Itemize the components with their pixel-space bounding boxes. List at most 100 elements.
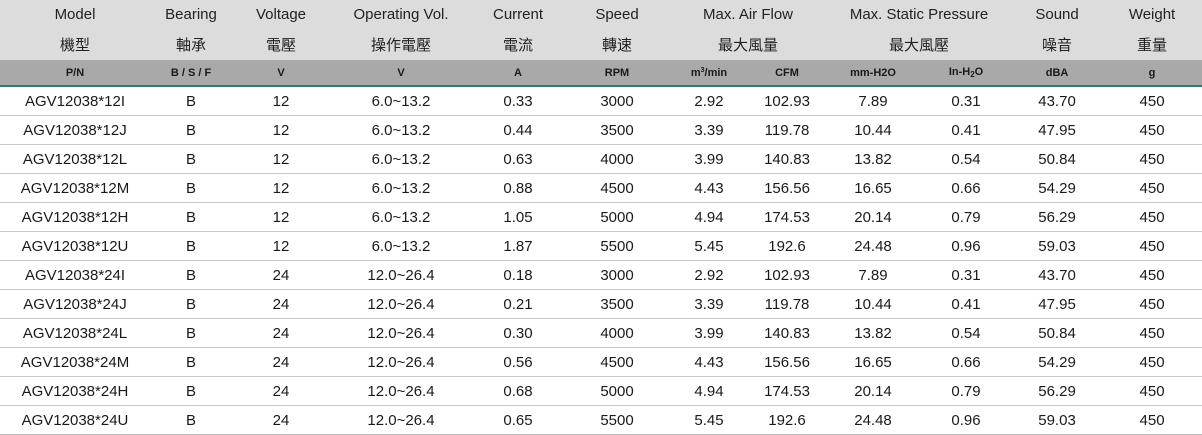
- cell-airflow-m3min: 5.45: [670, 405, 748, 435]
- unit-speed: RPM: [564, 60, 670, 87]
- unit-pressure-inh2o-rest: O: [974, 66, 984, 78]
- table-row: AGV12038*12U B 12 6.0~13.2 1.87 5500 5.45 192.6…: [0, 231, 1202, 261]
- header-row-chinese: 機型 軸承 電壓 操作電壓 電流 轉速 最大風量 最大風壓 噪音 重量: [0, 28, 1202, 60]
- header-weight: Weight: [1102, 0, 1202, 28]
- cell-operating-voltage: 6.0~13.2: [330, 86, 472, 116]
- cell-pressure-inh2o: 0.66: [920, 347, 1013, 377]
- unit-pressure-inh2o-base: In-H: [948, 66, 971, 78]
- cell-speed: 3000: [564, 86, 670, 116]
- table-row: AGV12038*24L B 24 12.0~26.4 0.30 4000 3.99 140.…: [0, 318, 1202, 348]
- table-row: AGV12038*24M B 24 12.0~26.4 0.56 4500 4.43 156.…: [0, 347, 1202, 377]
- cell-voltage: 24: [232, 289, 330, 319]
- cell-pressure-inh2o: 0.66: [920, 173, 1013, 203]
- header-current: Current: [472, 0, 564, 28]
- header-weight-zh: 重量: [1102, 28, 1202, 60]
- cell-bearing: B: [150, 144, 232, 174]
- cell-weight: 450: [1102, 86, 1202, 116]
- unit-pressure-inh2o: In-H2O: [920, 60, 1013, 87]
- cell-weight: 450: [1102, 405, 1202, 435]
- cell-bearing: B: [150, 289, 232, 319]
- cell-airflow-cfm: 192.6: [748, 405, 827, 435]
- cell-model: AGV12038*24M: [0, 347, 150, 377]
- cell-current: 0.18: [472, 260, 564, 290]
- header-max-air-flow: Max. Air Flow: [670, 0, 827, 28]
- cell-weight: 450: [1102, 115, 1202, 145]
- header-max-static-pressure-zh: 最大風壓: [826, 28, 1013, 60]
- cell-operating-voltage: 12.0~26.4: [330, 376, 472, 406]
- table-row: AGV12038*12J B 12 6.0~13.2 0.44 3500 3.39 119.7…: [0, 115, 1202, 145]
- table-row: AGV12038*12M B 12 6.0~13.2 0.88 4500 4.43 156.5…: [0, 173, 1202, 203]
- cell-sound: 43.70: [1012, 86, 1103, 116]
- cell-current: 0.33: [472, 86, 564, 116]
- unit-sound: dBA: [1012, 60, 1103, 87]
- cell-airflow-m3min: 4.94: [670, 376, 748, 406]
- cell-bearing: B: [150, 376, 232, 406]
- cell-pressure-mmh2o: 24.48: [826, 405, 921, 435]
- table-body: AGV12038*12I B 12 6.0~13.2 0.33 3000 2.92 102.9…: [0, 86, 1202, 435]
- cell-airflow-m3min: 4.43: [670, 173, 748, 203]
- cell-voltage: 24: [232, 347, 330, 377]
- cell-sound: 47.95: [1012, 115, 1103, 145]
- cell-model: AGV12038*12J: [0, 115, 150, 145]
- fan-spec-table: Model Bearing Voltage Operating Vol. Cur…: [0, 0, 1202, 435]
- cell-current: 0.56: [472, 347, 564, 377]
- unit-current: A: [472, 60, 564, 87]
- cell-airflow-m3min: 5.45: [670, 231, 748, 261]
- cell-airflow-m3min: 4.43: [670, 347, 748, 377]
- cell-pressure-mmh2o: 13.82: [826, 144, 921, 174]
- cell-speed: 3500: [564, 289, 670, 319]
- header-speed-zh: 轉速: [564, 28, 670, 60]
- header-bearing-zh: 軸承: [150, 28, 232, 60]
- cell-pressure-mmh2o: 7.89: [826, 260, 921, 290]
- cell-airflow-cfm: 102.93: [748, 260, 827, 290]
- cell-airflow-cfm: 156.56: [748, 173, 827, 203]
- cell-operating-voltage: 12.0~26.4: [330, 260, 472, 290]
- cell-pressure-inh2o: 0.31: [920, 260, 1013, 290]
- cell-speed: 3500: [564, 115, 670, 145]
- cell-operating-voltage: 6.0~13.2: [330, 144, 472, 174]
- cell-weight: 450: [1102, 173, 1202, 203]
- cell-pressure-inh2o: 0.96: [920, 231, 1013, 261]
- cell-model: AGV12038*24I: [0, 260, 150, 290]
- cell-model: AGV12038*12L: [0, 144, 150, 174]
- cell-pressure-inh2o: 0.41: [920, 289, 1013, 319]
- cell-current: 1.05: [472, 202, 564, 232]
- cell-bearing: B: [150, 202, 232, 232]
- header-max-static-pressure: Max. Static Pressure: [826, 0, 1013, 28]
- cell-airflow-cfm: 140.83: [748, 144, 827, 174]
- cell-operating-voltage: 12.0~26.4: [330, 405, 472, 435]
- table-row: AGV12038*12H B 12 6.0~13.2 1.05 5000 4.94 174.5…: [0, 202, 1202, 232]
- cell-pressure-mmh2o: 10.44: [826, 115, 921, 145]
- unit-weight: g: [1102, 60, 1202, 87]
- cell-model: AGV12038*12H: [0, 202, 150, 232]
- header-row-english: Model Bearing Voltage Operating Vol. Cur…: [0, 0, 1202, 28]
- cell-weight: 450: [1102, 347, 1202, 377]
- cell-voltage: 12: [232, 173, 330, 203]
- cell-bearing: B: [150, 173, 232, 203]
- cell-airflow-cfm: 119.78: [748, 115, 827, 145]
- cell-airflow-m3min: 3.39: [670, 289, 748, 319]
- cell-pressure-mmh2o: 20.14: [826, 376, 921, 406]
- header-model: Model: [0, 0, 150, 28]
- cell-pressure-mmh2o: 10.44: [826, 289, 921, 319]
- cell-weight: 450: [1102, 289, 1202, 319]
- cell-speed: 5000: [564, 376, 670, 406]
- cell-sound: 47.95: [1012, 289, 1103, 319]
- cell-airflow-cfm: 192.6: [748, 231, 827, 261]
- header-model-zh: 機型: [0, 28, 150, 60]
- header-speed: Speed: [564, 0, 670, 28]
- cell-pressure-inh2o: 0.41: [920, 115, 1013, 145]
- cell-pressure-inh2o: 0.31: [920, 86, 1013, 116]
- cell-current: 0.30: [472, 318, 564, 348]
- cell-operating-voltage: 6.0~13.2: [330, 231, 472, 261]
- cell-voltage: 12: [232, 202, 330, 232]
- cell-weight: 450: [1102, 260, 1202, 290]
- cell-pressure-mmh2o: 24.48: [826, 231, 921, 261]
- cell-bearing: B: [150, 231, 232, 261]
- cell-operating-voltage: 6.0~13.2: [330, 202, 472, 232]
- cell-airflow-m3min: 3.99: [670, 318, 748, 348]
- cell-bearing: B: [150, 115, 232, 145]
- cell-airflow-cfm: 102.93: [748, 86, 827, 116]
- cell-airflow-cfm: 156.56: [748, 347, 827, 377]
- cell-voltage: 24: [232, 260, 330, 290]
